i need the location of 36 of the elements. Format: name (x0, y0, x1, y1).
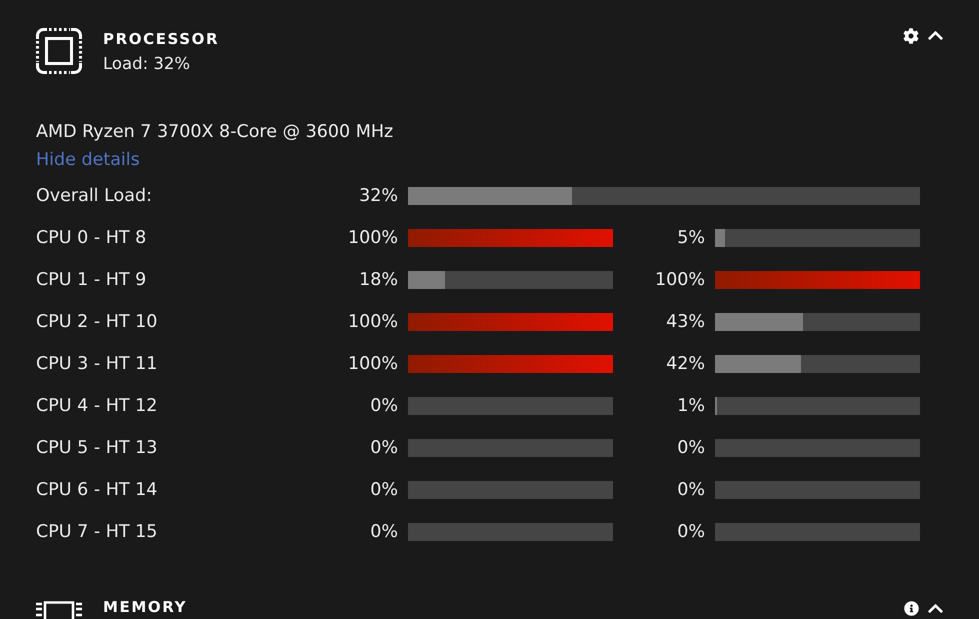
load-percent: 100% (348, 354, 398, 374)
cpu-label: CPU 7 - HT 15 (36, 522, 158, 542)
load-percent: 0% (370, 522, 398, 542)
load-percent: 0% (677, 522, 705, 542)
cpu-label: CPU 0 - HT 8 (36, 228, 146, 248)
load-summary: Load: 32% (103, 54, 190, 74)
load-percent: 100% (654, 270, 705, 290)
load-percent: 100% (348, 312, 398, 332)
cpu-model: AMD Ryzen 7 3700X 8-Core @ 3600 MHz (36, 121, 394, 143)
cpu-label: CPU 4 - HT 12 (36, 396, 158, 416)
cpu-label: CPU 2 - HT 10 (36, 312, 158, 332)
load-percent: 0% (677, 438, 705, 458)
cpu-label: CPU 5 - HT 13 (36, 438, 158, 458)
settings-icon (903, 28, 919, 44)
settings-button[interactable] (903, 28, 919, 44)
section-title: PROCESSOR (103, 29, 220, 49)
cpu-label: CPU 1 - HT 9 (36, 270, 146, 290)
info-icon (904, 601, 919, 616)
load-percent: 5% (677, 228, 705, 248)
load-percent: 100% (348, 228, 398, 248)
load-percent: 32% (359, 186, 398, 206)
cpu-label: CPU 6 - HT 14 (36, 480, 158, 500)
info-button[interactable] (904, 601, 919, 616)
hide-details-link[interactable]: Hide details (36, 149, 140, 171)
load-percent: 0% (370, 396, 398, 416)
load-percent: 0% (370, 438, 398, 458)
section-title: MEMORY (103, 601, 188, 613)
processor-icon (36, 28, 82, 74)
load-percent: 43% (666, 312, 705, 332)
load-percent: 18% (359, 270, 398, 290)
overall-load-label: Overall Load: (36, 186, 152, 206)
load-percent: 42% (666, 354, 705, 374)
load-percent: 0% (677, 480, 705, 500)
load-percent: 1% (677, 396, 705, 416)
load-percent: 0% (370, 480, 398, 500)
cpu-label: CPU 3 - HT 11 (36, 354, 158, 374)
